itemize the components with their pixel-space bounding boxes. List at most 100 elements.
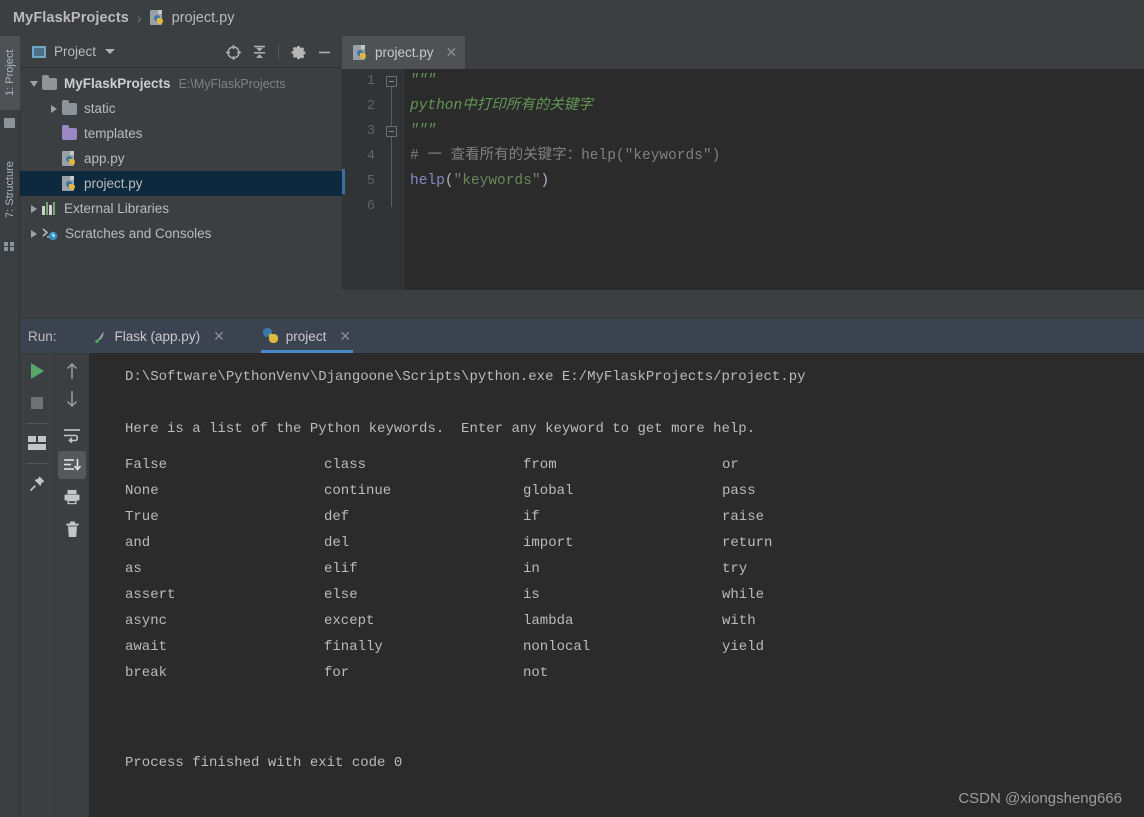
line-number: 1 (366, 74, 375, 89)
keyword-cell: not (523, 665, 549, 681)
tree-row-scratches-and-consoles[interactable]: Scratches and Consoles (20, 221, 342, 246)
up-arrow-icon[interactable] (58, 357, 86, 385)
breadcrumb: MyFlaskProjects › project.py (0, 0, 1144, 36)
run-tab-project[interactable]: project ✕ (257, 319, 357, 353)
print-icon[interactable] (58, 483, 86, 511)
run-toolbar-left (20, 353, 54, 817)
editor-gutter[interactable]: 1 2 3 4 5 6 (342, 69, 405, 313)
python-file-icon (62, 150, 77, 167)
editor-run-divider[interactable] (20, 290, 1144, 313)
caret-line-marker (342, 169, 345, 194)
keyword-row: and del import return (125, 529, 921, 555)
keyword-cell: and (125, 535, 151, 551)
code-line-2: python中打印所有的关键字 (410, 98, 593, 114)
down-arrow-icon[interactable] (58, 385, 86, 413)
minimize-icon[interactable] (312, 40, 336, 64)
fold-start-icon[interactable] (386, 76, 397, 87)
editor-tab-project-py[interactable]: project.py ✕ (342, 36, 466, 69)
project-panel-title: Project (54, 44, 97, 59)
tree-label: Scratches and Consoles (65, 226, 212, 241)
scroll-to-end-icon[interactable] (58, 451, 86, 479)
scratches-icon (42, 227, 58, 241)
run-tab-label: project (285, 328, 327, 344)
sidebar-tab-structure[interactable]: 7: Structure (0, 144, 20, 236)
rerun-icon[interactable] (23, 357, 51, 385)
close-icon[interactable]: ✕ (339, 328, 351, 345)
tree-row-project-py[interactable]: project.py (20, 171, 342, 196)
run-tab-bar: Run: Flask (app.py) ✕ project ✕ (20, 319, 1144, 353)
keyword-cell: None (125, 483, 159, 499)
fold-end-icon[interactable] (386, 126, 397, 137)
python-file-icon (149, 10, 165, 26)
keyword-cell: else (324, 587, 358, 603)
keyword-cell: False (125, 457, 168, 473)
toolbar-divider (278, 44, 279, 60)
toolbar-divider (26, 463, 48, 464)
python-logo-icon (262, 328, 279, 344)
tree-row-app-py[interactable]: app.py (20, 146, 342, 171)
keyword-cell: finally (324, 639, 383, 655)
project-window-icon (32, 45, 46, 58)
keyword-cell: in (523, 561, 540, 577)
console-output[interactable]: D:\Software\PythonVenv\Djangoone\Scripts… (89, 353, 1144, 817)
keyword-cell: class (324, 457, 367, 473)
restore-layout-icon[interactable] (23, 429, 51, 457)
keyword-cell: with (722, 613, 756, 629)
sidebar-tab-project[interactable]: 1: Project (0, 36, 20, 110)
run-tab-label: Flask (app.py) (114, 328, 201, 344)
keyword-row: as elif in try (125, 555, 921, 581)
keyword-row: break for not (125, 659, 921, 685)
keyword-cell: async (125, 613, 168, 629)
pin-tab-icon[interactable] (23, 469, 51, 497)
keyword-cell: del (324, 535, 350, 551)
keyword-cell: is (523, 587, 540, 603)
breadcrumb-separator: › (136, 10, 142, 26)
chevron-down-icon[interactable] (105, 49, 116, 54)
collapse-all-icon[interactable] (247, 40, 271, 64)
line-number: 5 (366, 174, 375, 189)
close-icon[interactable]: ✕ (446, 44, 458, 61)
editor-tab-bar: project.py ✕ (342, 36, 1144, 69)
chevron-right-icon[interactable] (26, 229, 42, 238)
code-line-5: help("keywords") (410, 173, 550, 189)
fold-line (391, 87, 392, 127)
project-strip-icon (4, 118, 15, 128)
tree-row-templates[interactable]: templates (20, 121, 342, 146)
keyword-cell: return (722, 535, 773, 551)
keyword-cell: global (523, 483, 574, 499)
keyword-cell: break (125, 665, 168, 681)
chevron-right-icon[interactable] (26, 204, 42, 213)
keyword-cell: import (523, 535, 574, 551)
tree-label: project.py (84, 176, 143, 191)
chevron-down-icon[interactable] (26, 80, 42, 87)
breadcrumb-file[interactable]: project.py (172, 10, 235, 26)
project-panel-header: Project (20, 36, 342, 68)
code-lines[interactable]: """ python中打印所有的关键字 """ # 一 查看所有的关键字：hel… (405, 69, 1144, 313)
tree-row-external-libraries[interactable]: External Libraries (20, 196, 342, 221)
python-file-icon (353, 44, 368, 61)
tree-path: E:\MyFlaskProjects (178, 76, 286, 91)
gear-icon[interactable] (286, 40, 310, 64)
close-icon[interactable]: ✕ (213, 328, 225, 345)
keyword-row: await finally nonlocal yield (125, 633, 921, 659)
code-editor[interactable]: 1 2 3 4 5 6 """ python中打印所有的关键字 """ # 一 … (342, 69, 1144, 313)
tree-label: External Libraries (64, 201, 170, 216)
keyword-cell: if (523, 509, 540, 525)
keyword-cell: or (722, 457, 739, 473)
code-line-4: # 一 查看所有的关键字：help("keywords") (410, 148, 721, 164)
tree-label: templates (84, 126, 143, 141)
breadcrumb-project[interactable]: MyFlaskProjects (13, 10, 129, 26)
run-label: Run: (28, 328, 57, 344)
soft-wrap-icon[interactable] (58, 421, 86, 449)
locate-icon[interactable] (221, 40, 245, 64)
tree-row-myflaskprojects[interactable]: MyFlaskProjects E:\MyFlaskProjects (20, 71, 342, 96)
run-tab-flask[interactable]: Flask (app.py) ✕ (87, 319, 231, 353)
keyword-cell: raise (722, 509, 765, 525)
trash-icon[interactable] (58, 515, 86, 543)
python-file-icon (62, 175, 77, 192)
stop-icon[interactable] (23, 389, 51, 417)
tree-row-static[interactable]: static (20, 96, 342, 121)
keyword-cell: await (125, 639, 168, 655)
chevron-right-icon[interactable] (46, 104, 62, 113)
